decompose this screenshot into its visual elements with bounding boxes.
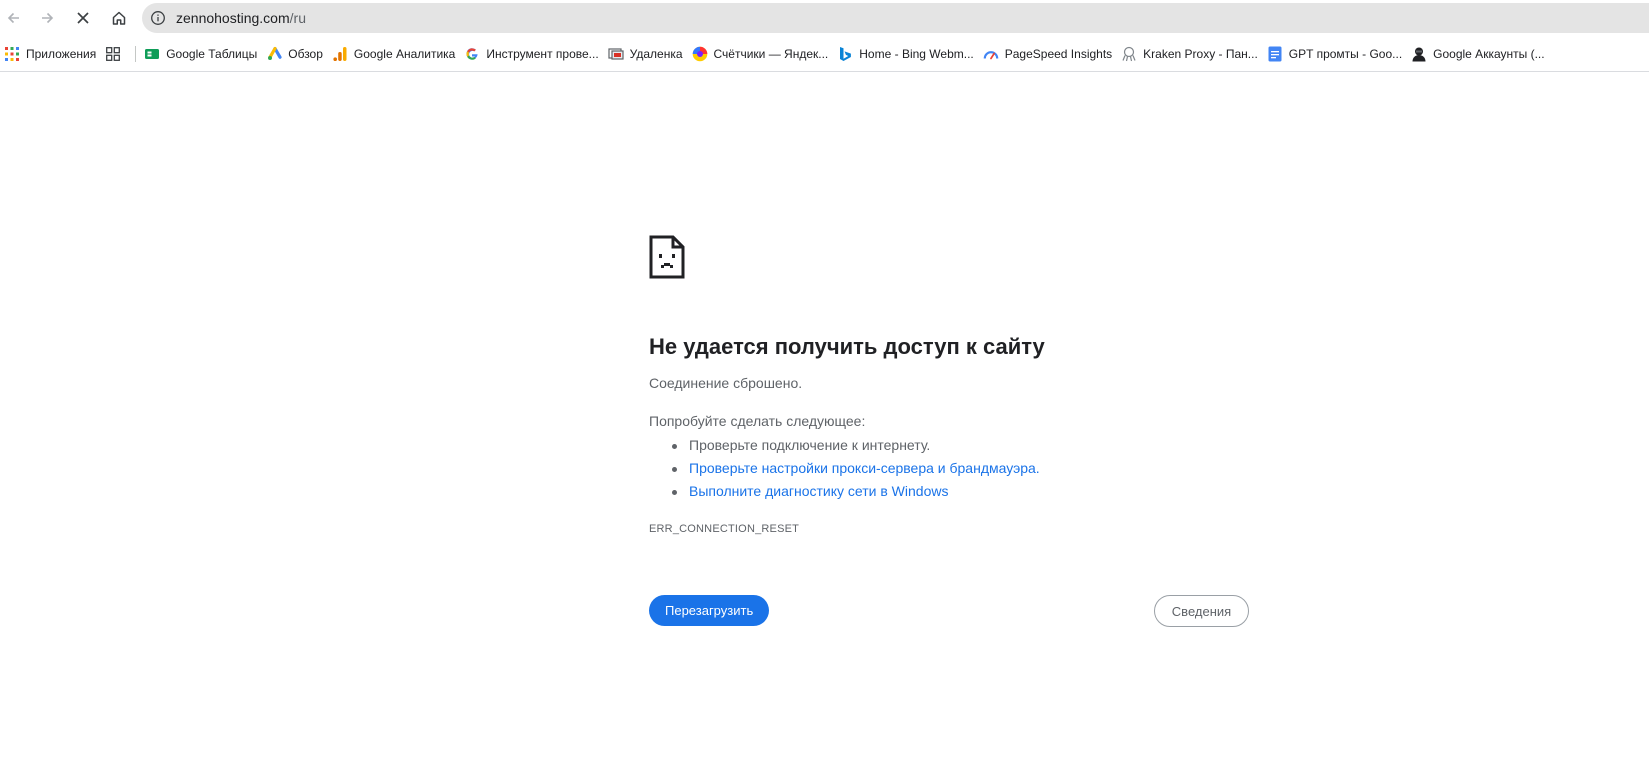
bookmark-label: Kraken Proxy - Пан...	[1143, 46, 1258, 61]
bookmark-label: Home - Bing Webm...	[859, 46, 974, 61]
bookmark-label: Инструмент прове...	[486, 46, 599, 61]
bookmark-apps[interactable]: Приложения	[2, 40, 103, 68]
yandex-metrica-icon	[692, 46, 708, 62]
bookmarks-bar: Приложения Google Таблицы Обзор Google А…	[0, 36, 1649, 72]
info-icon	[151, 11, 165, 25]
bookmark-pagespeed[interactable]: PageSpeed Insights	[981, 40, 1119, 68]
tab-groups-icon	[105, 46, 121, 62]
home-icon	[112, 11, 126, 25]
bookmark-tab-groups[interactable]	[103, 40, 131, 68]
bookmark-label: Google Таблицы	[166, 46, 258, 61]
details-button[interactable]: Сведения	[1154, 595, 1249, 627]
back-button[interactable]	[0, 4, 28, 32]
bookmark-gpt-prompts[interactable]: GPT промты - Goo...	[1265, 40, 1409, 68]
bookmark-bing-webmaster[interactable]: Home - Bing Webm...	[835, 40, 980, 68]
url-text[interactable]: zennohosting.com/ru	[176, 10, 306, 26]
suggestion-proxy-firewall-link[interactable]: Проверьте настройки прокси-сервера и бра…	[672, 457, 1249, 480]
bookmarks-divider	[135, 45, 137, 62]
suggestion-network-diagnostics-link[interactable]: Выполните диагностику сети в Windows	[672, 480, 1249, 503]
bookmark-label: GPT промты - Goo...	[1288, 46, 1403, 61]
bookmark-obzor[interactable]: Обзор	[264, 40, 330, 68]
url-path: /ru	[289, 10, 306, 26]
bookmark-label: Обзор	[288, 46, 323, 61]
bookmark-instrument[interactable]: Инструмент прове...	[462, 40, 605, 68]
pagespeed-icon	[983, 46, 999, 62]
bookmark-kraken-proxy[interactable]: Kraken Proxy - Пан...	[1119, 40, 1265, 68]
reload-button[interactable]: Перезагрузить	[649, 595, 770, 626]
browser-toolbar: zennohosting.com/ru	[0, 0, 1649, 36]
error-description: Соединение сброшено.	[649, 375, 803, 391]
bookmark-label: Счётчики — Яндек...	[713, 46, 829, 61]
google-g-icon	[464, 46, 480, 62]
suggestions-heading: Попробуйте сделать следующее:	[649, 413, 866, 429]
stop-loading-button[interactable]	[69, 4, 97, 32]
arrow-left-icon	[7, 12, 19, 24]
error-title: Не удается получить доступ к сайту	[649, 334, 1045, 359]
google-account-icon	[1411, 46, 1427, 62]
bookmark-label: PageSpeed Insights	[1004, 46, 1113, 61]
google-sheets-icon	[144, 46, 160, 62]
url-host: zennohosting.com	[176, 10, 290, 26]
bookmark-label: Приложения	[26, 46, 97, 61]
bing-icon	[837, 46, 853, 62]
close-icon	[77, 12, 89, 24]
bookmark-google-sheets[interactable]: Google Таблицы	[142, 40, 264, 68]
kraken-icon	[1121, 46, 1137, 62]
error-page: Не удается получить доступ к сайту Соеди…	[649, 235, 1249, 535]
remote-desktop-icon	[608, 46, 624, 62]
bookmark-label: Удаленка	[629, 46, 683, 61]
bookmark-label: Google Аккаунты (...	[1433, 46, 1545, 61]
suggestion-check-connection: Проверьте подключение к интернету.	[672, 434, 1249, 457]
bookmark-label: Google Аналитика	[353, 46, 456, 61]
forward-button[interactable]	[33, 4, 61, 32]
error-code: ERR_CONNECTION_RESET	[649, 523, 800, 535]
bookmark-google-analytics[interactable]: Google Аналитика	[330, 40, 462, 68]
google-ads-icon	[266, 46, 282, 62]
arrow-right-icon	[42, 12, 54, 24]
bookmark-udalenka[interactable]: Удаленка	[606, 40, 690, 68]
bookmark-yandex-metrica[interactable]: Счётчики — Яндек...	[690, 40, 836, 68]
suggestions-list: Проверьте подключение к интернету. Прове…	[672, 434, 1249, 503]
site-info-button[interactable]	[144, 4, 172, 32]
address-bar[interactable]: zennohosting.com/ru	[142, 3, 1649, 33]
google-docs-icon	[1267, 46, 1283, 62]
google-analytics-icon	[332, 46, 348, 62]
bookmark-google-accounts[interactable]: Google Аккаунты (...	[1409, 40, 1551, 68]
sad-page-icon	[649, 235, 685, 279]
home-button[interactable]	[105, 4, 133, 32]
apps-grid-icon	[4, 46, 20, 62]
